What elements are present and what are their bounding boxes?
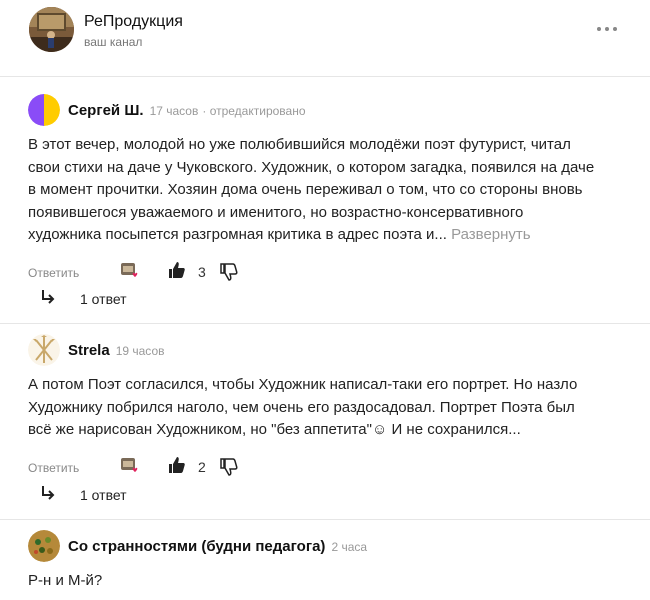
comment-actions: Ответить 2 [28, 456, 628, 480]
text-line: появившегося уважаемого и именитого, но … [28, 203, 524, 221]
dot-icon [605, 27, 609, 31]
comment-author[interactable]: Strela 19 часов [68, 342, 165, 359]
reply-arrow-icon [40, 485, 56, 501]
comment-text: Р-н и М-й? [28, 570, 628, 593]
divider [0, 519, 650, 520]
avatar[interactable] [28, 334, 60, 366]
likes-count: 2 [198, 458, 206, 475]
comment-actions: Ответить 3 [28, 261, 628, 285]
reply-button[interactable]: Ответить [28, 461, 79, 475]
text-line: А потом Поэт согласился, чтобы Художник … [28, 376, 578, 393]
author-name[interactable]: Со странностями (будни педагога) [68, 538, 325, 555]
comment: Сергей Ш. 17 часов · отредактировано В это… [28, 94, 628, 285]
comment-text: А потом Поэт согласился, чтобы Художник … [28, 374, 628, 442]
comment-text: В этот вечер, молодой но уже полюбившийс… [28, 134, 628, 247]
reaction-avatar-icon [120, 456, 142, 476]
expand-link[interactable]: Развернуть [451, 226, 531, 243]
divider [0, 323, 650, 324]
text-line: в момент прочитки. Хозяин дома очень пер… [28, 181, 583, 198]
comment-author[interactable]: Со странностями (будни педагога) 2 часа [68, 538, 367, 555]
channel-header: РеПродукция ваш канал [29, 7, 629, 55]
comment-time: 19 часов [115, 344, 165, 358]
replies-count[interactable]: 1 ответ [80, 291, 127, 307]
avatar[interactable] [28, 530, 60, 562]
thumbs-down-icon[interactable] [220, 262, 238, 281]
text-line: художника посыпется разгромная критика в… [28, 226, 447, 243]
text-line: В этот вечер, молодой но уже полюбившийс… [28, 136, 571, 153]
comment: Strela 19 часов А потом Поэт согласился, … [28, 334, 628, 480]
author-name[interactable]: Сергей Ш. [68, 102, 144, 119]
thumbs-down-icon[interactable] [220, 457, 238, 476]
reply-button[interactable]: Ответить [28, 266, 79, 280]
reaction-avatar-icon [120, 261, 142, 281]
replies-count[interactable]: 1 ответ [80, 487, 127, 503]
divider [0, 76, 650, 77]
reply-arrow-icon [40, 289, 56, 305]
text-line: свои стихи на даче у Чуковского. Художни… [28, 158, 595, 176]
channel-subtitle: ваш канал [84, 35, 143, 49]
dot-icon [597, 27, 601, 31]
channel-avatar[interactable] [29, 7, 74, 52]
edited-label: · отредактировано [202, 104, 306, 118]
comment-time: 17 часов [149, 104, 199, 118]
text-line: Р-н и М-й? [28, 572, 103, 589]
text-line: всё же нарисован Художником, но "без апп… [28, 421, 521, 438]
more-options-button[interactable] [595, 19, 619, 39]
comment: Со странностями (будни педагога) 2 часа Р… [28, 530, 628, 593]
likes-count: 3 [198, 263, 206, 280]
thumbs-up-icon[interactable] [168, 456, 186, 474]
comment-time: 2 часа [331, 540, 368, 554]
author-name[interactable]: Strela [68, 342, 110, 359]
comment-author[interactable]: Сергей Ш. 17 часов · отредактировано [68, 102, 306, 119]
channel-name[interactable]: РеПродукция [84, 13, 183, 31]
avatar[interactable] [28, 94, 60, 126]
thumbs-up-icon[interactable] [168, 261, 186, 279]
text-line: Художнику побрился наголо, чем очень его… [28, 398, 575, 416]
dot-icon [613, 27, 617, 31]
